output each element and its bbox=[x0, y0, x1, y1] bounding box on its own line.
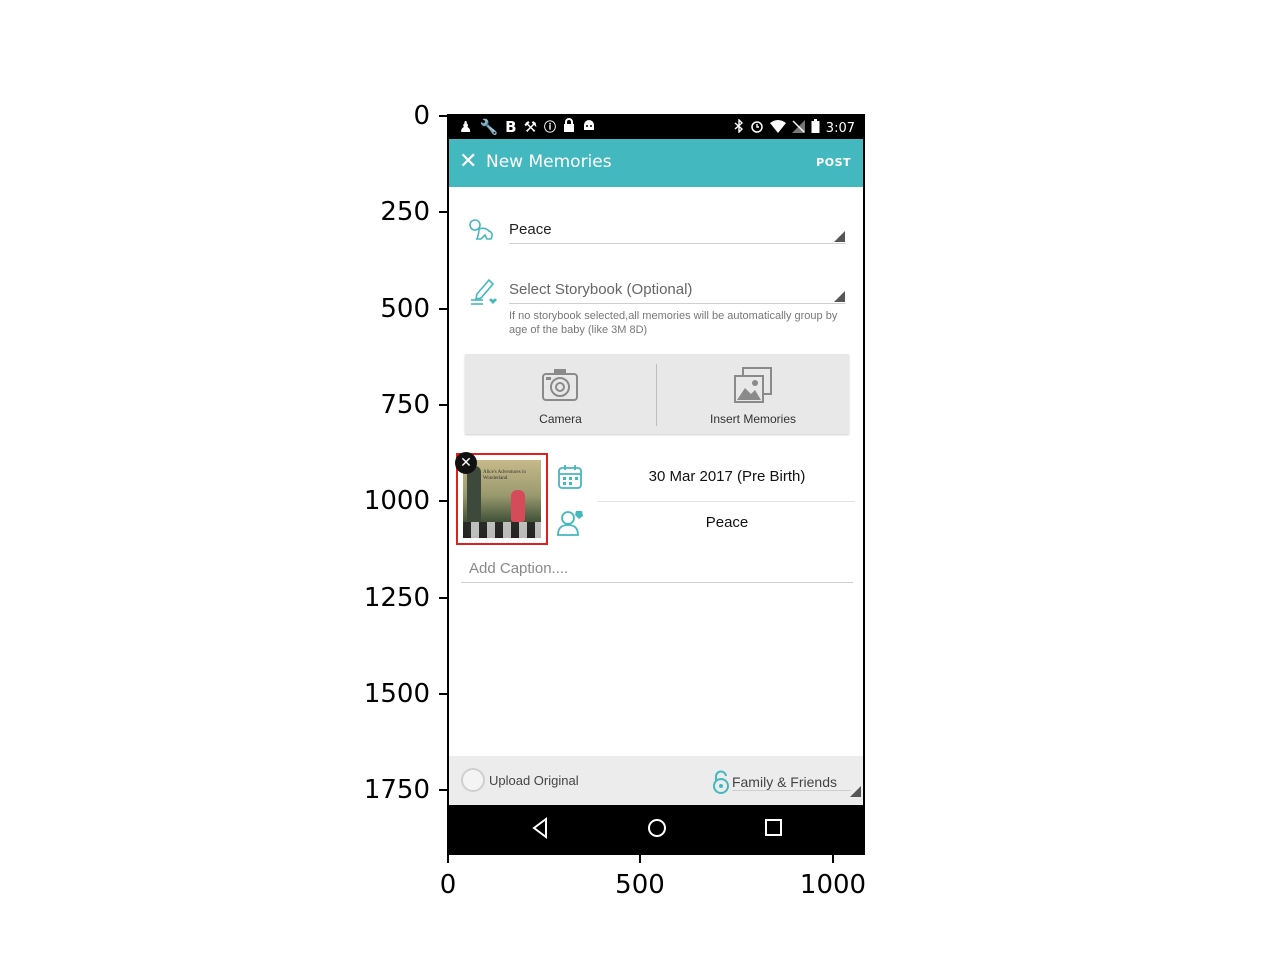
wrench-crossed-icon: ⚒ bbox=[523, 118, 538, 136]
dropdown-arrow-icon bbox=[850, 786, 861, 797]
b-icon: B bbox=[505, 118, 517, 136]
x-tick-label: 500 bbox=[615, 870, 665, 900]
caption-field[interactable] bbox=[461, 556, 861, 583]
baby-icon bbox=[467, 217, 495, 245]
caption-input[interactable] bbox=[461, 556, 861, 580]
pencil-heart-icon bbox=[469, 276, 497, 305]
gallery-icon bbox=[734, 367, 772, 403]
y-tick-label: 1750 bbox=[363, 775, 430, 805]
calendar-icon bbox=[558, 465, 582, 489]
storybook-select-placeholder: Select Storybook (Optional) bbox=[509, 281, 693, 298]
y-tick-label: 0 bbox=[413, 101, 430, 131]
memory-date: 30 Mar 2017 (Pre Birth) bbox=[648, 468, 806, 485]
battery-icon bbox=[811, 119, 820, 137]
y-tick-mark bbox=[439, 211, 447, 213]
insert-memories-label: Insert Memories bbox=[709, 412, 797, 426]
no-signal-icon bbox=[791, 119, 805, 137]
y-tick-label: 250 bbox=[380, 197, 430, 227]
memory-person: Peace bbox=[705, 514, 749, 531]
y-tick-mark bbox=[439, 308, 447, 310]
android-nav-bar bbox=[449, 805, 863, 853]
y-tick-label: 1000 bbox=[363, 486, 430, 516]
photo-thumbnail[interactable]: Alice's Adventures in Wonderland ✕ bbox=[455, 452, 548, 545]
x-tick-label: 1000 bbox=[799, 870, 867, 900]
y-tick-mark bbox=[439, 693, 447, 695]
upload-original-label[interactable]: Upload Original bbox=[489, 773, 579, 788]
y-tick-mark bbox=[439, 115, 447, 117]
y-tick-mark bbox=[439, 404, 447, 406]
photo-image: Alice's Adventures in Wonderland bbox=[463, 460, 541, 538]
media-picker: Camera Insert Memories bbox=[465, 354, 849, 434]
home-icon[interactable] bbox=[646, 817, 668, 839]
y-tick-mark bbox=[439, 789, 447, 791]
recents-icon[interactable] bbox=[764, 817, 784, 839]
camera-icon bbox=[542, 369, 578, 401]
info-icon: ⓘ bbox=[544, 120, 557, 134]
remove-photo-icon[interactable]: ✕ bbox=[455, 452, 477, 474]
figure-icon: ♟ bbox=[459, 118, 473, 136]
dropdown-arrow-icon bbox=[834, 291, 845, 302]
dropdown-arrow-icon bbox=[834, 231, 845, 242]
x-tick-label: 0 bbox=[439, 870, 457, 900]
wrench-icon: 🔧 bbox=[479, 118, 499, 136]
status-left-icons: ♟ 🔧 B ⚒ ⓘ bbox=[459, 118, 596, 136]
y-tick-label: 500 bbox=[380, 294, 430, 324]
wifi-icon bbox=[769, 119, 786, 137]
close-icon[interactable]: ✕ bbox=[459, 149, 477, 175]
post-button[interactable]: POST bbox=[816, 156, 851, 169]
storybook-hint: If no storybook selected,all memories wi… bbox=[509, 310, 838, 336]
y-tick-label: 1500 bbox=[363, 679, 430, 709]
clock-time: 3:07 bbox=[825, 120, 855, 136]
upload-original-radio[interactable] bbox=[461, 768, 485, 792]
status-bar: ♟ 🔧 B ⚒ ⓘ 3:07 bbox=[449, 116, 863, 139]
baby-select[interactable]: Peace bbox=[509, 221, 845, 244]
privacy-select[interactable]: Family & Friends bbox=[712, 770, 851, 794]
person-row[interactable]: Peace bbox=[557, 502, 857, 546]
thumbnail-text: Alice's Adventures in Wonderland bbox=[483, 470, 526, 481]
thumbnail-figure bbox=[511, 490, 525, 522]
unlock-icon bbox=[712, 770, 729, 794]
person-tag-icon bbox=[557, 511, 583, 536]
x-tick-mark bbox=[447, 855, 449, 863]
camera-label: Camera bbox=[539, 412, 582, 426]
privacy-label: Family & Friends bbox=[731, 774, 851, 791]
y-tick-label: 750 bbox=[380, 390, 430, 420]
lock-icon bbox=[563, 118, 575, 136]
y-tick-mark bbox=[439, 500, 447, 502]
x-tick-mark bbox=[832, 855, 834, 863]
date-row[interactable]: 30 Mar 2017 (Pre Birth) bbox=[557, 456, 857, 500]
y-tick-mark bbox=[439, 597, 447, 599]
bottom-options-bar: Upload Original Family & Friends bbox=[449, 756, 863, 805]
y-tick-label: 1250 bbox=[363, 583, 430, 613]
back-icon[interactable] bbox=[531, 817, 549, 839]
x-tick-mark bbox=[639, 855, 641, 863]
storybook-select[interactable]: Select Storybook (Optional) bbox=[509, 281, 845, 304]
android-icon bbox=[582, 118, 596, 136]
alarm-icon bbox=[750, 119, 764, 137]
bluetooth-icon bbox=[734, 118, 744, 137]
app-bar: ✕ New Memories POST bbox=[449, 139, 863, 187]
baby-select-value: Peace bbox=[509, 221, 552, 238]
status-right-icons: 3:07 bbox=[734, 118, 855, 137]
insert-memories-button[interactable]: Insert Memories bbox=[657, 354, 849, 434]
page-title: New Memories bbox=[486, 152, 612, 172]
thumbnail-floor bbox=[463, 522, 541, 538]
phone-screen: ♟ 🔧 B ⚒ ⓘ 3:07 ✕ New Memories POST Peace… bbox=[447, 114, 865, 855]
camera-button[interactable]: Camera bbox=[465, 354, 656, 434]
